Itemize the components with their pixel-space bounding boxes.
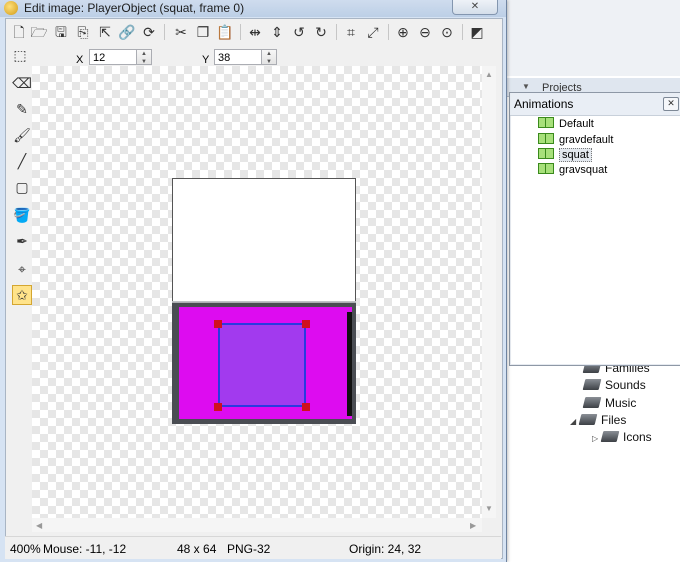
collision-polygon[interactable]: [218, 323, 306, 407]
rectangle-select-icon[interactable]: ⬚: [10, 45, 30, 65]
animation-item-gravdefault[interactable]: gravdefault: [538, 133, 613, 148]
y-spinner[interactable]: ▲ ▼: [262, 49, 277, 65]
zoom-actual-icon[interactable]: ⊙: [438, 23, 456, 41]
x-label: X: [76, 54, 84, 66]
new-icon[interactable]: 🗋: [10, 23, 28, 41]
flip-horizontal-icon[interactable]: ⇹: [246, 23, 264, 41]
window-title: Edit image: PlayerObject (squat, frame 0…: [24, 1, 245, 15]
tree-item-files[interactable]: ◢ Files: [570, 412, 626, 428]
animation-item-squat[interactable]: squat: [538, 148, 592, 163]
toolbar-separator: [164, 24, 165, 40]
rotate-right-icon[interactable]: ↻: [312, 23, 330, 41]
paste-icon[interactable]: 📋: [216, 23, 234, 41]
y-input[interactable]: 38: [214, 49, 262, 65]
folder-icon: [578, 414, 598, 425]
sprite-shadow: [347, 312, 352, 416]
tree-item-icons[interactable]: ▷ Icons: [592, 429, 652, 445]
origin-position: Origin: 24, 32: [349, 542, 422, 556]
fill-icon[interactable]: 🪣: [12, 205, 32, 225]
save-copy-icon[interactable]: ⎘: [74, 23, 92, 41]
folder-icon: [600, 431, 620, 442]
color-picker-icon[interactable]: ✒: [12, 231, 32, 251]
scroll-down-icon[interactable]: ▼: [485, 504, 493, 513]
animation-item-gravsquat[interactable]: gravsquat: [538, 163, 607, 178]
animations-title-bar: Animations ✕: [510, 93, 680, 116]
export-icon[interactable]: ⇱: [96, 23, 114, 41]
cut-icon[interactable]: ✂: [172, 23, 190, 41]
status-bar: 400% Mouse: -11, -12 48 x 64 PNG-32 Orig…: [5, 536, 501, 559]
toolbar-separator: [388, 24, 389, 40]
crop-icon[interactable]: ⌗: [342, 23, 360, 41]
close-icon[interactable]: ✕: [663, 97, 679, 111]
toolbar-separator: [336, 24, 337, 40]
image-format: PNG-32: [227, 542, 271, 556]
folder-icon: [582, 397, 602, 408]
resize-icon[interactable]: ⤢: [364, 23, 382, 41]
collision-polygon-icon[interactable]: ✩: [12, 285, 32, 305]
brush-icon[interactable]: 🖌: [12, 125, 32, 145]
rectangle-icon[interactable]: ▢: [12, 177, 32, 197]
link-icon[interactable]: 🔗: [118, 23, 136, 41]
toolbar-separator: [240, 24, 241, 40]
image-editor-window: Edit image: PlayerObject (squat, frame 0…: [0, 0, 507, 562]
animations-title: Animations: [514, 97, 574, 111]
scroll-right-icon[interactable]: ▶: [470, 521, 476, 530]
animation-icon: [538, 117, 554, 128]
refresh-icon[interactable]: ⟳: [140, 23, 158, 41]
animation-icon: [538, 148, 554, 159]
animation-icon: [538, 133, 554, 144]
polygon-handle[interactable]: [302, 403, 310, 411]
animation-icon: [538, 163, 554, 174]
y-label: Y: [202, 54, 210, 66]
pencil-icon[interactable]: ✎: [12, 99, 32, 119]
toolbar-separator: [462, 24, 463, 40]
app-icon: [4, 1, 18, 15]
zoom-level: 400%: [10, 542, 41, 556]
mouse-position: Mouse: -11, -12: [43, 542, 127, 556]
transparency-icon[interactable]: ◩: [468, 23, 486, 41]
tree-item-sounds[interactable]: Sounds: [582, 377, 646, 393]
scroll-up-icon[interactable]: ▲: [485, 70, 493, 79]
x-input[interactable]: 12: [89, 49, 137, 65]
polygon-handle[interactable]: [302, 320, 310, 328]
vertical-scrollbar[interactable]: ▲ ▼: [482, 66, 496, 518]
zoom-out-icon[interactable]: ⊖: [416, 23, 434, 41]
folder-icon: [582, 379, 602, 390]
open-icon[interactable]: 🗁: [30, 23, 48, 41]
flip-vertical-icon[interactable]: ⇕: [268, 23, 286, 41]
image-size: 48 x 64: [177, 542, 217, 556]
tree-item-music[interactable]: Music: [582, 395, 636, 411]
animations-panel: Animations ✕ Default gravdefault squat g…: [509, 92, 680, 366]
x-spinner[interactable]: ▲ ▼: [137, 49, 152, 65]
horizontal-scrollbar[interactable]: ◀ ▶: [32, 518, 482, 532]
title-bar[interactable]: Edit image: PlayerObject (squat, frame 0…: [0, 0, 506, 17]
eraser-icon[interactable]: ⌫: [12, 73, 32, 93]
line-icon[interactable]: ╱: [12, 151, 32, 171]
rotate-left-icon[interactable]: ↺: [290, 23, 308, 41]
polygon-handle[interactable]: [214, 403, 222, 411]
save-icon[interactable]: 🖫: [52, 23, 70, 41]
copy-icon[interactable]: ❐: [194, 23, 212, 41]
zoom-in-icon[interactable]: ⊕: [394, 23, 412, 41]
collapse-icon[interactable]: ▼: [522, 82, 530, 91]
scroll-left-icon[interactable]: ◀: [36, 521, 42, 530]
polygon-handle[interactable]: [214, 320, 222, 328]
animation-item-default[interactable]: Default: [538, 117, 594, 132]
hotspot-icon[interactable]: ⌖: [12, 259, 32, 279]
close-button[interactable]: ✕: [452, 0, 498, 15]
